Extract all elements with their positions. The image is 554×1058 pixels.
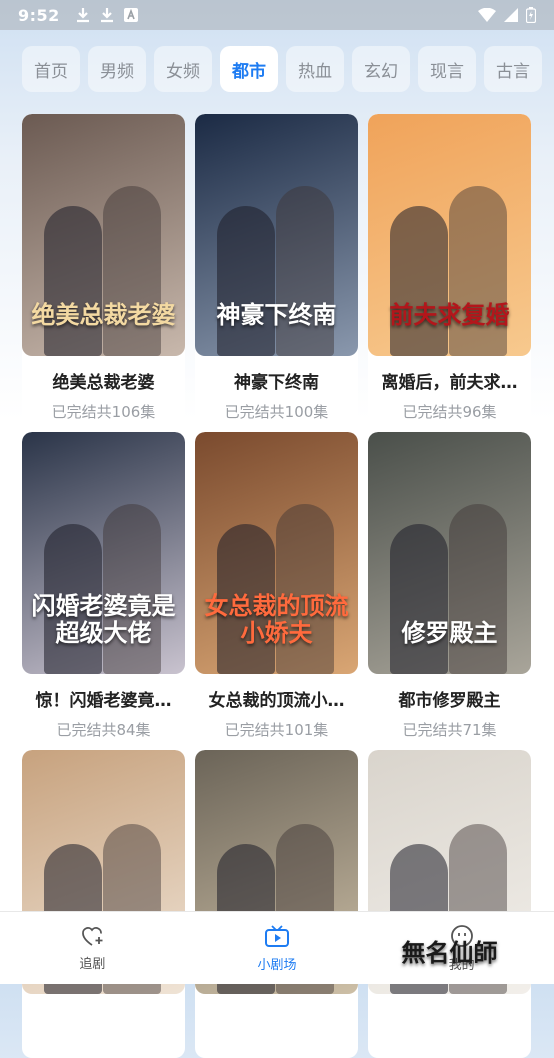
drama-card[interactable]: 無名仙師 (368, 750, 531, 1058)
drama-card[interactable]: 女总裁的顶流小娇夫 女总裁的顶流小… 已完结共101集 (195, 432, 358, 740)
drama-title: 神豪下终南 (234, 373, 319, 393)
tab-ancient-romance[interactable]: 古言 (484, 46, 542, 92)
poster-figure (449, 504, 507, 675)
drama-card[interactable]: 神豪下终南 神豪下终南 已完结共100集 (195, 114, 358, 422)
poster-figure (103, 186, 161, 357)
drama-poster[interactable]: 前夫求复婚 (368, 114, 531, 357)
drama-episode-status: 已完结共84集 (56, 721, 151, 739)
tab-urban[interactable]: 都市 (220, 46, 278, 92)
drama-card[interactable]: 前夫求复婚 离婚后，前夫求… 已完结共96集 (368, 114, 531, 422)
tab-home[interactable]: 首页 (22, 46, 80, 92)
drama-card[interactable]: 修罗殿主 都市修罗殿主 已完结共71集 (368, 432, 531, 740)
status-time: 9:52 (18, 5, 60, 25)
poster-figure (44, 206, 102, 357)
tab-male[interactable]: 男频 (88, 46, 146, 92)
tab-modern-romance[interactable]: 现言 (418, 46, 476, 92)
drama-poster[interactable]: 闪婚老婆竟是超级大佬 (22, 432, 185, 675)
download-icon (100, 8, 113, 23)
tab-female[interactable]: 女频 (154, 46, 212, 92)
tv-play-icon (264, 924, 289, 947)
poster-figure (390, 206, 448, 357)
poster-figure (390, 524, 448, 675)
drama-card[interactable] (22, 750, 185, 1058)
drama-card[interactable]: 闪婚老婆竟是超级大佬 惊！闪婚老婆竟… 已完结共84集 (22, 432, 185, 740)
poster-title-art: 闪婚老婆竟是超级大佬 (31, 591, 176, 647)
poster-title-art: 前夫求复婚 (389, 299, 510, 329)
drama-poster[interactable]: 神豪下终南 (195, 114, 358, 357)
nav-label-following: 追剧 (79, 956, 106, 972)
wifi-icon (478, 8, 496, 22)
drama-episode-status: 已完结共96集 (402, 403, 497, 421)
drama-title: 惊！闪婚老婆竟… (35, 691, 172, 711)
drama-episode-status: 已完结共100集 (224, 403, 329, 421)
drama-card[interactable] (195, 750, 358, 1058)
poster-figure (217, 206, 275, 357)
notification-a-icon (123, 8, 138, 22)
drama-episode-status: 已完结共71集 (402, 721, 497, 739)
poster-figure (449, 186, 507, 357)
drama-title: 离婚后，前夫求… (381, 373, 518, 393)
poster-title-art: 修罗殿主 (401, 617, 498, 647)
drama-episode-status: 已完结共106集 (51, 403, 156, 421)
nav-item-following[interactable]: 追剧 (32, 925, 152, 972)
drama-poster[interactable]: 绝美总裁老婆 (22, 114, 185, 357)
tab-action[interactable]: 热血 (286, 46, 344, 92)
nav-item-theater[interactable]: 小剧场 (217, 924, 337, 973)
poster-title-art: 無名仙師 (401, 937, 498, 967)
drama-poster[interactable]: 女总裁的顶流小娇夫 (195, 432, 358, 675)
download-icon (76, 8, 89, 23)
battery-icon (526, 7, 536, 23)
drama-card[interactable]: 绝美总裁老婆 绝美总裁老婆 已完结共106集 (22, 114, 185, 422)
nav-label-theater: 小剧场 (257, 957, 297, 973)
poster-figure (276, 186, 334, 357)
poster-figure (103, 504, 161, 675)
signal-icon (504, 8, 518, 22)
status-bar: 9:52 (0, 0, 554, 30)
drama-title: 女总裁的顶流小… (208, 691, 345, 711)
poster-title-art: 神豪下终南 (216, 299, 337, 329)
poster-title-art: 绝美总裁老婆 (31, 299, 176, 329)
drama-poster[interactable]: 修罗殿主 (368, 432, 531, 675)
heart-plus-icon (82, 926, 103, 946)
drama-title: 都市修罗殿主 (398, 691, 501, 711)
category-tabs: 首页 男频 女频 都市 热血 玄幻 现言 古言 (22, 46, 554, 94)
poster-title-art: 女总裁的顶流小娇夫 (204, 591, 349, 647)
drama-title: 绝美总裁老婆 (52, 373, 155, 393)
tab-fantasy[interactable]: 玄幻 (352, 46, 410, 92)
poster-figure (276, 504, 334, 675)
drama-episode-status: 已完结共101集 (224, 721, 329, 739)
